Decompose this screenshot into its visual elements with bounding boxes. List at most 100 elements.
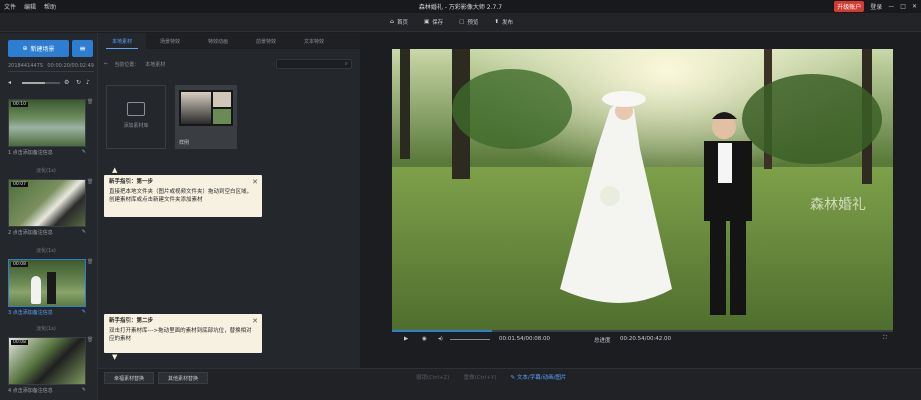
scene-note: 3 点击添加备注信息 bbox=[8, 310, 53, 316]
save-label: 保存 bbox=[432, 20, 444, 26]
guide-body: 直接把本地文件夹（图片或视频文件夹）拖动到空白区域，创建素材库或点击新建文件夹添… bbox=[109, 188, 253, 203]
edit-icon: ✎ bbox=[81, 387, 86, 393]
preview-label: 预览 bbox=[467, 20, 479, 26]
close-icon[interactable]: ✕ bbox=[252, 316, 258, 326]
search-input[interactable]: ⌕ bbox=[276, 59, 352, 69]
video-progress-bar[interactable] bbox=[392, 330, 893, 332]
edit-icon: ✎ bbox=[81, 149, 86, 155]
scene-note: 2 点击添加备注信息 bbox=[8, 230, 53, 236]
scene-thumb-3[interactable]: 00:08 bbox=[8, 259, 86, 307]
login-button[interactable]: 登录 bbox=[870, 2, 882, 11]
scene-thumb-1[interactable]: 00:10 bbox=[8, 99, 86, 147]
titlebar-right: 升级账户 登录 — □ ✕ bbox=[834, 1, 917, 12]
close-icon[interactable]: ✕ bbox=[252, 177, 258, 187]
text-subtitle-label: 文本/字幕/动画/图片 bbox=[516, 375, 567, 381]
project-time: 00:00:20/00:02:49 bbox=[47, 63, 94, 69]
tab-scene-effects[interactable]: 场景特效 bbox=[146, 33, 194, 49]
list-icon: ≡ bbox=[79, 44, 86, 53]
save-button[interactable]: ▣ 保存 bbox=[424, 18, 443, 26]
tab-text-effects[interactable]: 文本特效 bbox=[290, 33, 338, 49]
groom-figure bbox=[47, 272, 56, 304]
edit-icon: ✎ bbox=[81, 229, 86, 235]
transition-1[interactable]: 淡化(1s) bbox=[0, 167, 92, 174]
playback-controls: ▶ ◉ ◂) 00:01.54/00:08.00 总进度 00:20.54/00… bbox=[392, 333, 893, 347]
minimize-icon[interactable]: — bbox=[888, 3, 894, 10]
total-progress-label: 总进度 bbox=[594, 338, 611, 344]
trash-icon[interactable]: 🗑 bbox=[87, 179, 93, 185]
volume-icon[interactable]: ◂) bbox=[438, 336, 443, 342]
back-arrow-icon[interactable]: ← bbox=[104, 61, 108, 67]
volume-slider[interactable] bbox=[450, 339, 490, 340]
transition-2[interactable]: 淡化(1s) bbox=[0, 247, 92, 254]
add-material-library-button[interactable]: 添加素材库 bbox=[106, 85, 166, 149]
fullscreen-icon[interactable]: ⛶ bbox=[883, 335, 887, 342]
window-title: 森林婚礼 - 万彩影像大师 2.7.7 bbox=[418, 4, 503, 11]
scene-label-3[interactable]: 3 点击添加备注信息 ✎ bbox=[8, 309, 86, 316]
home-label: 首页 bbox=[396, 20, 408, 26]
refresh-icon[interactable]: ↻ bbox=[76, 79, 81, 86]
music-icon[interactable]: ♪ bbox=[86, 79, 90, 86]
other-material-replace-tab[interactable]: 其他素材替换 bbox=[158, 372, 208, 384]
arrow-up-icon: ▲ bbox=[112, 166, 118, 174]
guide-step-1: 新手指引：第一步 直接把本地文件夹（图片或视频文件夹）拖动到空白区域，创建素材库… bbox=[104, 175, 262, 217]
folder-name: 样例 bbox=[179, 140, 190, 146]
gear-icon[interactable]: ⚙ bbox=[64, 79, 69, 86]
publish-icon: ⬆ bbox=[494, 19, 499, 25]
bottom-bar: 幸福素材替换 其他素材替换 撤销(Ctrl+Z) 重做(Ctrl+Y) ✎ 文本… bbox=[98, 368, 921, 400]
text-subtitle-button[interactable]: ✎ 文本/字幕/动画/图片 bbox=[511, 373, 567, 381]
scene-label-4[interactable]: 4 点击添加备注信息 ✎ bbox=[8, 387, 86, 394]
play-icon[interactable]: ▶ bbox=[404, 336, 408, 342]
scene-thumb-4[interactable]: 00:08 bbox=[8, 337, 86, 385]
divider bbox=[8, 71, 94, 72]
preview-area: 森林婚礼 ▶ ◉ ◂) 00:01.54/00:08.00 总进度 00:20.… bbox=[362, 33, 921, 368]
edit-actions: 撤销(Ctrl+Z) 重做(Ctrl+Y) ✎ 文本/字幕/动画/图片 bbox=[416, 373, 566, 381]
material-panel: 本地素材 场景特效 特效动画 前景特效 文本特效 ← 当前位置： 本地素材 ⌕ … bbox=[98, 33, 360, 368]
scene-label-1[interactable]: 1 点击添加备注信息 ✎ bbox=[8, 149, 86, 156]
volume-icon[interactable]: ◂ bbox=[8, 79, 11, 86]
pen-icon: ✎ bbox=[510, 375, 516, 381]
trash-icon[interactable]: 🗑 bbox=[87, 99, 93, 105]
folder-thumbnails bbox=[179, 90, 233, 126]
publish-button[interactable]: ⬆ 发布 bbox=[494, 18, 513, 26]
volume-slider[interactable] bbox=[22, 82, 60, 84]
edit-icon: ✎ bbox=[81, 309, 86, 315]
camera-icon[interactable]: ◉ bbox=[422, 336, 427, 342]
tab-foreground-effects[interactable]: 前景特效 bbox=[242, 33, 290, 49]
volume-row: ◂ ⚙ ↻ ♪ bbox=[8, 79, 94, 87]
path-label: 当前位置： bbox=[114, 61, 140, 68]
new-scene-button[interactable]: ⊕ 新建场景 bbox=[8, 40, 69, 57]
happy-material-replace-tab[interactable]: 幸福素材替换 bbox=[104, 372, 154, 384]
path-value: 本地素材 bbox=[145, 61, 166, 68]
toolbar: ⌂ 首页 ▣ 保存 ▢ 预览 ⬆ 发布 bbox=[0, 13, 921, 32]
home-button[interactable]: ⌂ 首页 bbox=[390, 18, 408, 26]
guide-title: 新手指引：第二步 bbox=[109, 318, 154, 324]
scene-note: 1 点击添加备注信息 bbox=[8, 150, 53, 156]
maximize-icon[interactable]: □ bbox=[900, 3, 906, 10]
close-icon[interactable]: ✕ bbox=[912, 3, 917, 10]
tab-local-material[interactable]: 本地素材 bbox=[98, 33, 146, 49]
add-material-label: 添加素材库 bbox=[123, 123, 149, 129]
transition-3[interactable]: 淡化(1s) bbox=[0, 325, 92, 332]
preview-button[interactable]: ▢ 预览 bbox=[459, 18, 478, 26]
publish-label: 发布 bbox=[502, 20, 514, 26]
new-scene-label: 新建场景 bbox=[30, 46, 55, 53]
project-id: 2018441447S bbox=[8, 63, 43, 69]
save-icon: ▣ bbox=[423, 19, 430, 25]
arrow-down-icon: ▼ bbox=[112, 353, 118, 361]
scene-duration: 00:10 bbox=[11, 102, 28, 107]
upgrade-button[interactable]: 升级账户 bbox=[834, 1, 865, 12]
trash-icon[interactable]: 🗑 bbox=[87, 259, 93, 265]
watermark-text: 森林婚礼 bbox=[810, 197, 866, 213]
undo-button[interactable]: 撤销(Ctrl+Z) bbox=[416, 373, 449, 381]
current-time: 00:01.54/00:08.00 bbox=[499, 336, 551, 342]
trash-icon[interactable]: 🗑 bbox=[87, 337, 93, 343]
plus-icon: ⊕ bbox=[22, 45, 28, 52]
tab-effect-animation[interactable]: 特效动画 bbox=[194, 33, 242, 49]
sample-folder[interactable]: 样例 bbox=[175, 85, 237, 149]
redo-button[interactable]: 重做(Ctrl+Y) bbox=[463, 373, 496, 381]
scene-settings-button[interactable]: ≡ bbox=[72, 40, 93, 57]
scene-label-2[interactable]: 2 点击添加备注信息 ✎ bbox=[8, 229, 86, 236]
scene-thumb-2[interactable]: 00:07 bbox=[8, 179, 86, 227]
scene-duration: 00:07 bbox=[11, 182, 28, 187]
folder-add-icon bbox=[127, 102, 145, 116]
